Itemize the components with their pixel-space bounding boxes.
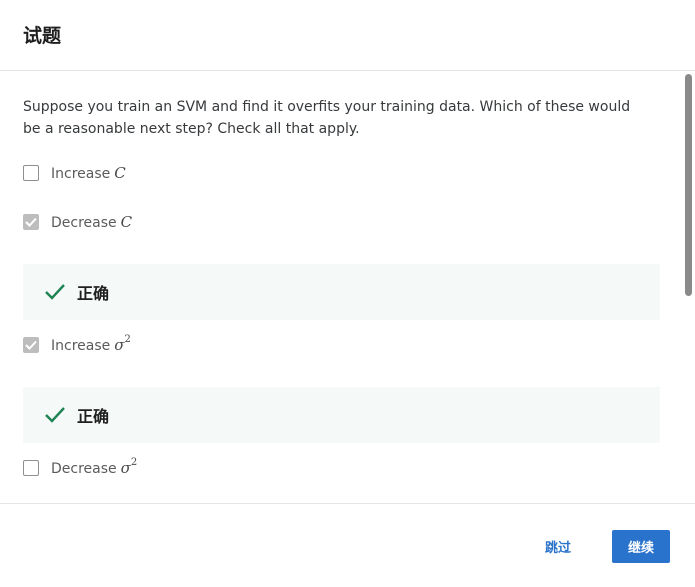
option-increase-sigma[interactable]: Increase σ2 <box>23 334 131 355</box>
modal-body[interactable]: Suppose you train an SVM and find it ove… <box>0 72 695 503</box>
skip-button[interactable]: 跳过 <box>533 530 583 562</box>
checkmark-icon <box>43 280 67 304</box>
option-label: Increase C <box>51 164 126 182</box>
checkbox[interactable] <box>23 165 39 181</box>
option-decrease-c[interactable]: Decrease C <box>23 212 132 232</box>
option-decrease-sigma[interactable]: Decrease σ2 <box>23 457 138 478</box>
math-symbol: σ2 <box>120 457 138 477</box>
feedback-label: 正确 <box>77 284 110 303</box>
modal-footer: 跳过 继续 <box>0 503 695 587</box>
scrollbar-thumb[interactable] <box>685 74 692 296</box>
option-label: Increase σ2 <box>51 334 131 354</box>
option-label: Decrease σ2 <box>51 457 138 477</box>
continue-button[interactable]: 继续 <box>612 530 670 563</box>
question-text: Suppose you train an SVM and find it ove… <box>23 99 631 137</box>
math-symbol: σ2 <box>114 334 131 354</box>
check-icon <box>25 217 37 227</box>
check-icon <box>25 340 37 350</box>
scrollbar[interactable] <box>685 72 693 503</box>
option-label: Decrease C <box>51 213 133 231</box>
checkbox[interactable] <box>23 460 39 476</box>
checkmark-icon <box>43 403 67 427</box>
option-increase-c[interactable]: Increase C <box>23 163 126 183</box>
modal-header: 试题 <box>0 0 695 71</box>
feedback-correct: 正确 <box>23 264 660 320</box>
math-symbol: C <box>120 213 133 231</box>
feedback-label: 正确 <box>77 407 110 426</box>
quiz-modal: 试题 Suppose you train an SVM and find it … <box>0 0 695 587</box>
checkbox-checked[interactable] <box>23 214 39 230</box>
checkbox-checked[interactable] <box>23 337 39 353</box>
math-symbol: C <box>114 164 126 182</box>
modal-title: 试题 <box>23 25 62 47</box>
feedback-correct: 正确 <box>23 387 660 443</box>
